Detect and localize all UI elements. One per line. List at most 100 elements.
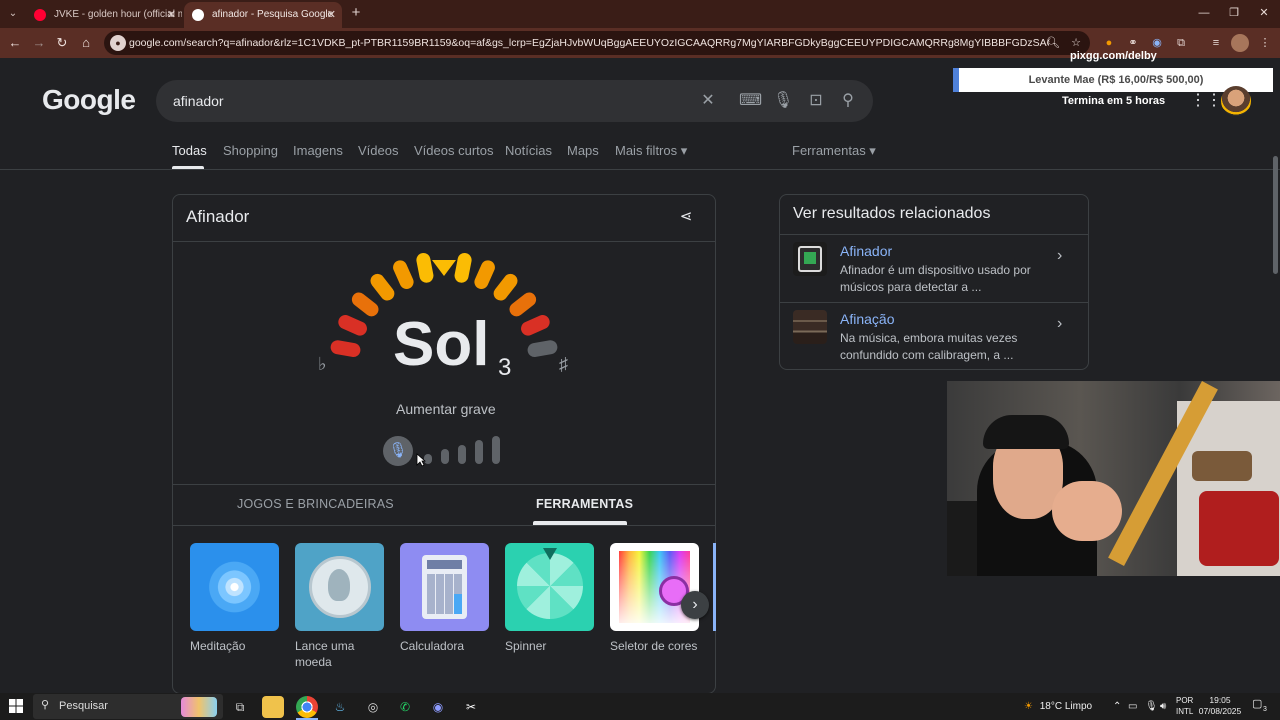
windows-start-icon[interactable] <box>8 698 24 714</box>
related-item-desc: Afinador é um dispositivo usado por músi… <box>840 263 1031 294</box>
close-tab-icon[interactable]: ✕ <box>167 2 176 28</box>
notifications-icon[interactable]: ▢ 3 <box>1252 697 1270 715</box>
keyboard-icon[interactable]: ⌨ <box>739 91 762 111</box>
search-box[interactable]: afinador ✕ ⌨ 🎙︎ ⊡ ⚲ <box>156 80 873 122</box>
tool-label: Spinner <box>505 639 547 653</box>
tab-ferramentas[interactable]: FERRAMENTAS <box>536 497 633 511</box>
search-input[interactable]: afinador <box>173 80 224 122</box>
extensions-puzzle-icon[interactable]: ⧉ <box>1172 34 1190 52</box>
language-indicator[interactable]: POR INTL <box>1176 695 1193 717</box>
chevron-right-icon[interactable]: › <box>1057 247 1062 265</box>
gauge-segment <box>493 273 518 301</box>
related-item-afinador[interactable]: Afinador Afinador é um dispositivo usado… <box>780 235 1088 301</box>
taskbar-search-text[interactable]: Pesquisar <box>59 694 108 719</box>
tab-mais-filtros[interactable]: Mais filtros ▾ <box>615 140 687 162</box>
related-item-desc: Na música, embora muitas vezes confundid… <box>840 331 1018 362</box>
taskbar-search[interactable]: ⚲ Pesquisar <box>33 694 223 719</box>
restore-icon[interactable]: ❐ <box>1219 4 1249 22</box>
home-icon[interactable]: ⌂ <box>76 33 96 53</box>
gauge-segment <box>521 315 550 336</box>
tab-google-search[interactable]: afinador - Pesquisa Google ✕ <box>184 2 342 28</box>
tab-youtube[interactable]: JVKE - golden hour (official mu ✕ <box>26 2 182 28</box>
site-info-icon[interactable]: ● <box>110 35 126 51</box>
chevron-right-icon[interactable]: › <box>1057 315 1062 333</box>
new-tab-icon[interactable]: + <box>347 4 365 22</box>
discord-icon[interactable]: ◉ <box>427 696 449 718</box>
tray-overflow-icon[interactable]: ⌃ <box>1113 696 1121 718</box>
google-logo[interactable]: Google <box>42 84 136 116</box>
tab-imagens[interactable]: Imagens <box>293 140 343 162</box>
page-scrollbar[interactable] <box>1271 60 1280 693</box>
tool-calculadora[interactable]: Calculadora <box>400 543 489 654</box>
lens-icon[interactable]: ⊡ <box>806 91 826 111</box>
tab-noticias[interactable]: Notícias <box>505 140 552 162</box>
capcut-icon[interactable]: ✂ <box>460 696 482 718</box>
zoom-icon[interactable]: 🔍︎ <box>1044 34 1062 52</box>
color-picker-icon <box>610 543 699 631</box>
forward-arrow-icon[interactable]: → <box>29 33 49 53</box>
tab-maps[interactable]: Maps <box>567 140 599 162</box>
weather-widget[interactable]: ☀ 18°C Limpo <box>1024 696 1092 718</box>
related-item-name[interactable]: Afinador <box>840 243 892 259</box>
search-icon[interactable]: ⚲ <box>838 91 858 111</box>
google-favicon-icon <box>192 9 204 21</box>
clock[interactable]: 19:05 07/08/2025 <box>1198 695 1242 717</box>
tool-meditacao[interactable]: Meditação <box>190 543 279 654</box>
scrollbar-thumb[interactable] <box>1273 156 1278 274</box>
whatsapp-icon[interactable]: ✆ <box>394 696 416 718</box>
task-view-icon[interactable]: ⧉ <box>229 696 251 718</box>
tools-button[interactable]: Ferramentas ▾ <box>792 140 876 162</box>
microphone-icon[interactable]: 🎙︎ <box>383 436 413 466</box>
tool-label: Seletor de cores <box>610 639 698 653</box>
clear-icon[interactable]: ✕ <box>698 91 718 111</box>
google-apps-icon[interactable]: ⋮⋮ <box>1190 92 1222 110</box>
tool-spinner[interactable]: Spinner <box>505 543 594 654</box>
related-item-name[interactable]: Afinação <box>840 311 894 327</box>
related-item-afinacao[interactable]: Afinação Na música, embora muitas vezes … <box>780 303 1088 369</box>
obs-icon[interactable]: ◎ <box>362 696 384 718</box>
menu-kebab-icon[interactable]: ⋮ <box>1256 34 1274 52</box>
share-icon[interactable]: ⋖ <box>676 207 696 227</box>
minimize-icon[interactable]: — <box>1189 4 1219 22</box>
donation-goal-bar: Levante Mae (R$ 16,00/R$ 500,00) <box>953 68 1273 92</box>
tab-videos[interactable]: Vídeos <box>358 140 398 162</box>
next-tool-peek <box>713 543 716 631</box>
level-bar <box>458 445 466 464</box>
donation-timer-text: Termina em 5 horas <box>1062 95 1166 107</box>
gauge-segment <box>351 292 379 317</box>
voice-search-icon[interactable]: 🎙︎ <box>773 91 793 111</box>
file-explorer-icon[interactable] <box>262 696 284 718</box>
card-divider <box>173 525 715 526</box>
header-divider <box>0 169 1280 170</box>
steam-icon[interactable]: ♨ <box>329 696 351 718</box>
tab-jogos-brincadeiras[interactable]: JOGOS E BRINCADEIRAS <box>237 497 394 511</box>
tab-videos-curtos[interactable]: Vídeos curtos <box>414 140 494 162</box>
reload-icon[interactable]: ↻ <box>52 33 72 53</box>
clock-date: 07/08/2025 <box>1198 706 1242 716</box>
gauge-segment <box>370 273 395 301</box>
close-tab-icon[interactable]: ✕ <box>327 2 336 28</box>
profile-avatar-icon[interactable] <box>1231 34 1249 52</box>
address-bar[interactable]: ● google.com/search?q=afinador&rlz=1C1VD… <box>104 31 1090 55</box>
tool-lance-moeda[interactable]: Lance uma moeda <box>295 543 384 670</box>
tab-shopping[interactable]: Shopping <box>223 140 278 162</box>
carousel-next-icon[interactable]: › <box>681 591 709 619</box>
tab-title: afinador - Pesquisa Google <box>212 9 334 20</box>
account-avatar[interactable] <box>1221 86 1251 116</box>
tab-todas[interactable]: Todas <box>172 140 207 162</box>
url-text[interactable]: google.com/search?q=afinador&rlz=1C1VDKB… <box>129 31 1049 55</box>
media-control-icon[interactable]: ≡ <box>1207 34 1225 52</box>
mic-tray-icon[interactable]: 🎙︎ <box>1145 696 1158 718</box>
close-window-icon[interactable]: ✕ <box>1249 4 1279 22</box>
tuner-note: Sol <box>393 310 490 379</box>
chrome-icon[interactable] <box>296 696 318 718</box>
notification-count: 3 <box>1263 706 1267 713</box>
back-arrow-icon[interactable]: ← <box>5 33 25 53</box>
sharp-symbol: ♯ <box>559 354 568 374</box>
gauge-segment <box>527 340 558 358</box>
gauge-segment <box>393 260 414 289</box>
stream-overlay-url: pixgg.com/delby <box>1070 50 1157 62</box>
volume-icon[interactable]: 🔊︎ <box>1160 696 1166 718</box>
network-icon[interactable]: ▭ <box>1128 696 1137 718</box>
tab-search-icon[interactable]: ⌄ <box>4 5 22 23</box>
